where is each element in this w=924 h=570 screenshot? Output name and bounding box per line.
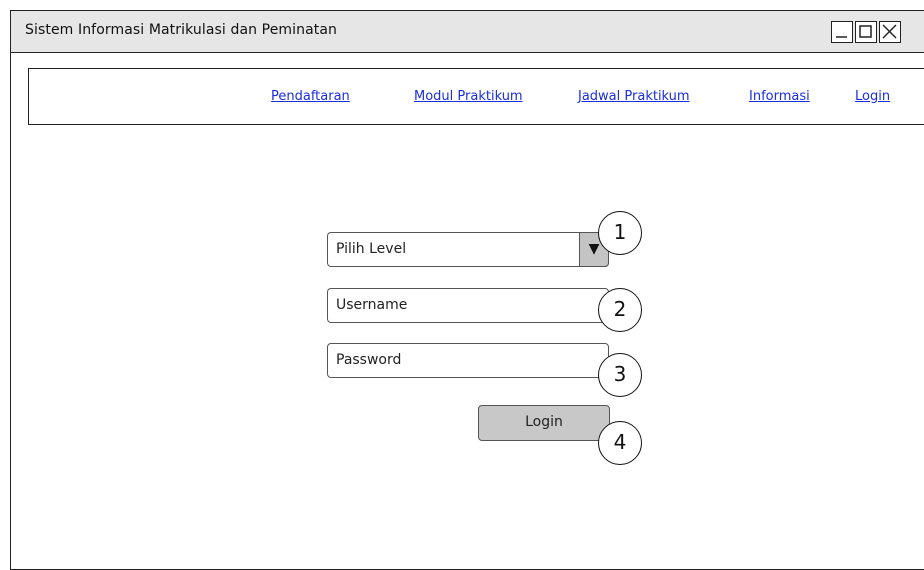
maximize-button[interactable]: [855, 21, 877, 43]
nav-link-jadwal-praktikum[interactable]: Jadwal Praktikum: [578, 89, 690, 104]
minimize-icon: [836, 36, 847, 38]
annotation-marker-4: 4: [598, 421, 642, 465]
annotation-marker-1: 1: [598, 211, 642, 255]
level-select-value: Pilih Level: [336, 241, 407, 257]
login-button[interactable]: Login: [478, 405, 610, 441]
annotation-marker-3: 3: [598, 353, 642, 397]
title-bar: Sistem Informasi Matrikulasi dan Peminat…: [11, 11, 924, 53]
minimize-button[interactable]: [831, 21, 853, 43]
nav-link-informasi[interactable]: Informasi: [749, 89, 810, 104]
close-icon: [882, 24, 897, 39]
close-button[interactable]: [879, 21, 901, 43]
username-field[interactable]: Username: [327, 288, 609, 323]
password-placeholder: Password: [336, 352, 402, 368]
navigation-bar: Pendaftaran Modul Praktikum Jadwal Prakt…: [28, 68, 924, 125]
username-placeholder: Username: [336, 297, 408, 313]
nav-link-modul-praktikum[interactable]: Modul Praktikum: [414, 89, 523, 104]
level-select[interactable]: Pilih Level ▼: [327, 232, 609, 267]
nav-link-login[interactable]: Login: [855, 89, 890, 104]
window-title: Sistem Informasi Matrikulasi dan Peminat…: [25, 22, 338, 38]
annotation-marker-2: 2: [598, 288, 642, 332]
password-field[interactable]: Password: [327, 343, 609, 378]
maximize-icon: [859, 25, 872, 38]
nav-link-pendaftaran[interactable]: Pendaftaran: [271, 89, 350, 104]
